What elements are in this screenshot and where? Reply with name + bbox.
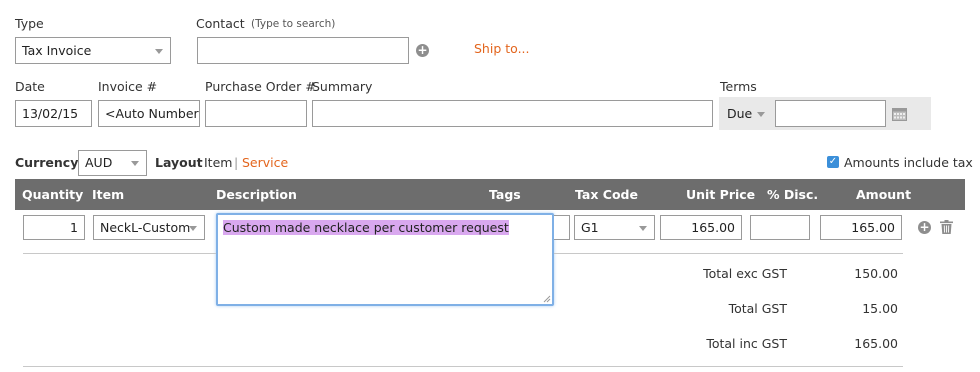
contact-input[interactable] [197,37,409,64]
calendar-icon[interactable] [892,107,907,121]
row-amount-field[interactable]: 165.00 [820,215,902,240]
total-exc-gst-label: Total exc GST [703,266,787,281]
total-inc-gst-label: Total inc GST [706,336,787,351]
layout-item-option[interactable]: Item [204,155,232,170]
layout-separator: | [234,155,239,170]
total-gst-value: 15.00 [862,301,898,316]
col-description: Description [216,187,297,202]
row-description-wrapper: Custom made necklace per customer reques… [216,213,554,306]
type-label: Type [15,16,44,31]
type-value: Tax Invoice [22,43,92,58]
currency-select[interactable]: AUD [78,150,147,176]
total-gst-label: Total GST [728,301,787,316]
row-disc-field[interactable] [750,215,810,240]
type-select[interactable]: Tax Invoice [15,37,171,64]
terms-days-field[interactable] [775,100,886,127]
purchase-order-field[interactable] [205,100,307,127]
row-tax-code-value: G1 [581,220,599,235]
amounts-include-tax-checkbox[interactable]: ✓ [827,156,839,168]
row-tags-field[interactable] [554,215,570,240]
purchase-order-label: Purchase Order # [205,79,316,94]
date-label: Date [15,79,45,94]
row-divider [23,253,216,254]
layout-service-option[interactable]: Service [242,155,288,170]
trash-icon[interactable] [940,220,953,234]
layout-label: Layout [155,155,203,170]
col-tags: Tags [489,187,521,202]
total-inc-gst-value: 165.00 [854,336,898,351]
col-item: Item [92,187,125,202]
row-tax-code-select[interactable]: G1 [574,215,655,240]
add-line-icon[interactable]: + [918,221,931,234]
chevron-down-icon [155,48,163,54]
row-quantity-field[interactable]: 1 [23,215,85,240]
chevron-down-icon [189,225,197,231]
currency-value: AUD [85,155,113,170]
add-contact-icon[interactable]: + [416,44,429,57]
date-field[interactable]: 13/02/15 [15,100,92,127]
chevron-down-icon [639,225,647,231]
row-description-textarea[interactable] [216,213,554,306]
total-exc-gst-value: 150.00 [854,266,898,281]
terms-label: Terms [720,79,757,94]
col-amount: Amount [856,187,912,202]
row-item-value: NeckL-Custom [100,220,191,235]
currency-label: Currency [15,155,79,170]
invoice-number-field[interactable]: <Auto Number> [98,100,200,127]
row-unit-price-field[interactable]: 165.00 [660,215,742,240]
chevron-down-icon [757,111,765,117]
amounts-include-tax-label: Amounts include tax [844,155,973,170]
invoice-number-label: Invoice # [98,79,158,94]
line-items-header: Quantity Item Description Tags Tax Code … [15,179,965,210]
totals-divider [23,366,903,367]
ship-to-link[interactable]: Ship to... [474,41,530,56]
contact-hint: (Type to search) [251,18,336,30]
resize-handle-icon[interactable] [543,295,551,303]
summary-label: Summary [312,79,373,94]
col-unit-price: Unit Price [686,187,756,202]
col-disc: % Disc. [767,187,819,202]
col-quantity: Quantity [22,187,84,202]
chevron-down-icon [131,161,139,166]
terms-value: Due [727,106,753,121]
summary-field[interactable] [312,100,713,127]
col-tax-code: Tax Code [575,187,638,202]
contact-label: Contact [196,16,245,31]
terms-select[interactable]: Due [720,100,773,127]
row-item-select[interactable]: NeckL-Custom [93,215,205,240]
row-divider [554,253,903,254]
